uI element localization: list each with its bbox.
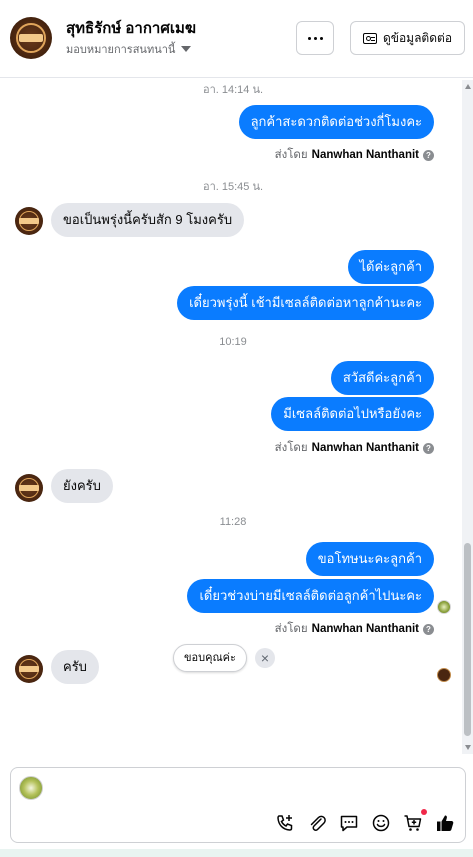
contact-avatar-small[interactable]	[15, 655, 43, 683]
seen-indicator-avatar	[437, 600, 451, 614]
attachment-icon[interactable]	[306, 812, 328, 834]
contact-avatar[interactable]	[10, 17, 52, 59]
contact-avatar-small[interactable]	[15, 474, 43, 502]
timestamp: อา. 14:14 น.	[202, 84, 264, 96]
message-input[interactable]	[51, 778, 431, 798]
dismiss-suggestion-button[interactable]: ×	[255, 648, 275, 668]
view-contact-info-button[interactable]: ดูข้อมูลติดต่อ	[350, 21, 465, 55]
contact-name: สุทธิรักษ์ อากาศเมฆ	[66, 20, 196, 37]
timestamp: 11:28	[219, 516, 247, 528]
outgoing-message[interactable]: ได้ค่ะลูกค้า	[347, 250, 434, 284]
bottom-strip	[0, 849, 473, 857]
page-avatar	[19, 776, 43, 800]
view-contact-info-label: ดูข้อมูลติดต่อ	[382, 30, 453, 45]
contact-avatar-small[interactable]	[15, 207, 43, 235]
info-icon[interactable]: ?	[423, 623, 434, 635]
info-icon[interactable]: ?	[423, 149, 434, 161]
outgoing-message[interactable]: เดี๋ยวพรุ่งนี้ เช้ามีเซลล์ติดต่อหาลูกค้า…	[177, 286, 434, 320]
outgoing-message[interactable]: ลูกค้าสะดวกติดต่อช่วงกี่โมงคะ	[238, 105, 434, 139]
scroll-down-arrow-icon[interactable]	[465, 745, 471, 750]
conversation-header: สุทธิรักษ์ อากาศเมฆ มอบหมายการสนทนานี้ ด…	[0, 0, 473, 78]
sender-name: Nanwhan Nanthanit	[311, 442, 419, 454]
outgoing-message[interactable]: เดี๋ยวช่วงบ่ายมีเซลล์ติดต่อลูกค้าไปนะคะ	[187, 579, 434, 613]
notification-dot	[421, 809, 427, 815]
quick-reply-suggestion[interactable]: ขอบคุณค่ะ	[173, 644, 247, 672]
incoming-message[interactable]: ครับ	[51, 650, 99, 684]
outgoing-message[interactable]: ขอโทษนะคะลูกค้า	[305, 542, 434, 576]
incoming-message[interactable]: ขอเป็นพรุ่งนี้ครับสัก 9 โมงครับ	[51, 203, 245, 237]
sent-by-label: ส่งโดย Nanwhan Nanthanit ?	[275, 146, 434, 164]
timestamp: อา. 15:45 น.	[202, 181, 264, 193]
saved-reply-icon[interactable]	[338, 812, 360, 834]
outgoing-message[interactable]: มีเซลล์ติดต่อไปหรือยังคะ	[271, 397, 434, 431]
sender-name: Nanwhan Nanthanit	[311, 623, 419, 635]
info-icon[interactable]: ?	[423, 442, 434, 454]
assign-conversation-label: มอบหมายการสนทนานี้	[66, 44, 176, 56]
caret-down-icon	[181, 46, 192, 52]
emoji-icon[interactable]	[370, 812, 392, 834]
scrollbar-thumb[interactable]	[464, 543, 471, 736]
message-composer[interactable]	[10, 767, 466, 843]
sender-name: Nanwhan Nanthanit	[311, 149, 419, 161]
more-dot-icon	[307, 36, 311, 40]
read-receipt-avatar	[437, 668, 451, 682]
contact-card-icon	[362, 32, 377, 44]
incoming-message[interactable]: ยังครับ	[51, 469, 113, 503]
more-options-button[interactable]	[296, 21, 334, 55]
assign-conversation-dropdown[interactable]: มอบหมายการสนทนานี้	[66, 40, 192, 58]
timestamp: 10:19	[219, 336, 247, 348]
cart-icon[interactable]	[402, 812, 424, 834]
outgoing-message[interactable]: สวัสดีค่ะลูกค้า	[330, 361, 434, 395]
sent-by-label: ส่งโดย Nanwhan Nanthanit ?	[275, 620, 434, 638]
call-add-icon[interactable]	[274, 812, 296, 834]
like-icon[interactable]	[434, 812, 456, 834]
sent-by-label: ส่งโดย Nanwhan Nanthanit ?	[275, 439, 434, 457]
